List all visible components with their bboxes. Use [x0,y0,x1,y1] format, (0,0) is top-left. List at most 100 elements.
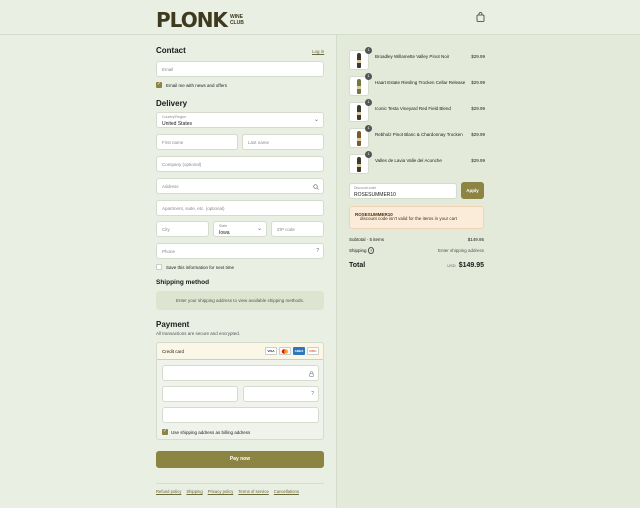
cart-item: 1 Valles de Lavia Valle del Aconche $29.… [349,151,485,174]
shipping-label-text: Shipping [349,248,367,253]
shopping-bag-icon[interactable] [476,12,485,22]
column-divider [336,35,337,508]
quantity-badge: 1 [365,47,372,54]
shipping-method-message: Enter your shipping address to view avai… [175,298,305,303]
email-placeholder: Email [162,67,174,72]
product-price: $29.99 [471,80,485,85]
country-value: United States [162,121,193,127]
city-field[interactable]: City [156,221,209,237]
footer-divider [156,483,324,484]
apartment-placeholder: Apartment, suite, etc. (optional) [162,206,225,211]
subtotal-value: $149.95 [467,237,484,242]
apply-discount-button[interactable]: Apply [461,182,484,199]
quantity-badge: 1 [365,73,372,80]
discover-icon: DISC [307,347,319,355]
help-icon[interactable]: ? [316,248,319,254]
footer-link-shipping[interactable]: Shipping [186,489,202,494]
product-price: $29.99 [471,54,485,59]
chevron-down-icon: ⌄ [313,117,319,123]
state-select[interactable]: State Iowa ⌄ [213,221,267,237]
billing-checkbox[interactable] [162,428,168,435]
total-value-wrap: USD $149.95 [447,262,484,269]
company-placeholder: Company (optional) [162,162,202,167]
last-name-placeholder: Last name [248,140,270,145]
country-label: Country/Region [162,115,187,119]
mastercard-icon [279,347,291,355]
logo-text: PLONK [156,8,228,32]
country-select[interactable]: Country/Region United States ⌄ [156,112,324,128]
total-label: Total [349,262,366,269]
shipping-method-notice: Enter your shipping address to view avai… [156,291,324,310]
quantity-badge: 1 [365,99,372,106]
newsletter-checkbox[interactable] [156,81,162,88]
apartment-field[interactable]: Apartment, suite, etc. (optional) [156,200,324,216]
product-price: $29.99 [471,158,485,163]
discount-error-message: discount code isn't valid for the items … [360,216,457,221]
total-currency: USD [447,263,456,268]
quantity-badge: 1 [365,151,372,158]
login-link[interactable]: Log in [312,49,324,54]
cart-item: 1 Broadley Willamette Valley Pinot Noir … [349,47,485,70]
zip-field[interactable]: ZIP code [271,221,324,237]
visa-icon: VISA [265,347,277,355]
expiration-field[interactable] [162,386,238,402]
footer-link-terms[interactable]: Terms of service [238,489,268,494]
card-number-field[interactable] [162,365,319,381]
security-code-field[interactable]: ? [243,386,319,402]
state-label: State [219,224,228,228]
discount-value: ROSESUMMER10 [354,192,396,198]
cart-item: 1 Iconic Testa Vineyard Red Field Blend … [349,99,485,122]
city-placeholder: City [162,227,170,232]
help-icon[interactable]: ? [311,391,314,397]
first-name-placeholder: First name [162,140,184,145]
product-name: Rebholz Pinot Blanc & Chardonnay Trocken [375,132,463,137]
product-name: Broadley Willamette Valley Pinot Noir [375,54,450,59]
pay-now-button[interactable]: Pay now [156,451,324,468]
card-logos: VISA AMEX DISC [265,347,319,355]
product-price: $29.99 [471,132,485,137]
address-field[interactable]: Address [156,178,324,194]
footer-link-refund[interactable]: Refund policy [156,489,181,494]
logo-subtext: WINE CLUB [230,14,244,26]
save-info-label: Save this information for next time [166,265,235,270]
shipping-method-title: Shipping method [156,279,210,286]
search-icon [313,184,319,190]
discount-label: Discount code [354,186,377,190]
payment-panel: Credit card VISA AMEX DISC ? Use shippin… [156,342,324,440]
last-name-field[interactable]: Last name [242,134,324,150]
cart-item: 1 Rebholz Pinot Blanc & Chardonnay Trock… [349,125,485,148]
footer-link-privacy[interactable]: Privacy policy [208,489,234,494]
product-name: Haart Estate Riesling Trocken Cellar Rel… [375,80,466,85]
shipping-value: Enter shipping address [437,248,484,253]
discount-code-field[interactable]: Discount code ROSESUMMER10 [349,183,457,199]
product-name: Iconic Testa Vineyard Red Field Blend [375,106,451,111]
cart-item: 1 Haart Estate Riesling Trocken Cellar R… [349,73,485,96]
product-name: Valles de Lavia Valle del Aconche [375,158,442,163]
shipping-label: Shipping ? [349,247,375,254]
quantity-badge: 1 [365,125,372,132]
chevron-down-icon: ⌄ [256,226,262,232]
payment-title: Payment [156,320,190,329]
total-value: $149.95 [458,262,484,269]
subtotal-label: Subtotal · 5 items [349,237,385,242]
payment-subtitle: All transactions are secure and encrypte… [156,331,241,336]
phone-field[interactable]: Phone ? [156,243,324,259]
contact-title: Contact [156,46,186,55]
save-info-checkbox[interactable] [156,264,162,270]
lock-icon [309,371,314,377]
header: PLONK WINE CLUB [0,0,640,35]
credit-card-option[interactable]: Credit card VISA AMEX DISC [157,343,323,360]
footer-link-cancellations[interactable]: Cancellations [274,489,299,494]
help-icon[interactable]: ? [367,247,375,254]
brand-logo[interactable]: PLONK WINE CLUB [156,8,244,32]
name-on-card-field[interactable] [162,407,319,423]
address-placeholder: Address [162,184,179,189]
amex-icon: AMEX [293,347,305,355]
company-field[interactable]: Company (optional) [156,156,324,172]
credit-card-label: Credit card [162,349,185,354]
discount-error-text: ROSESUMMER10 discount code isn't valid f… [355,211,481,221]
phone-placeholder: Phone [162,249,176,254]
email-field[interactable]: Email [156,61,324,77]
delivery-title: Delivery [156,99,188,108]
first-name-field[interactable]: First name [156,134,238,150]
